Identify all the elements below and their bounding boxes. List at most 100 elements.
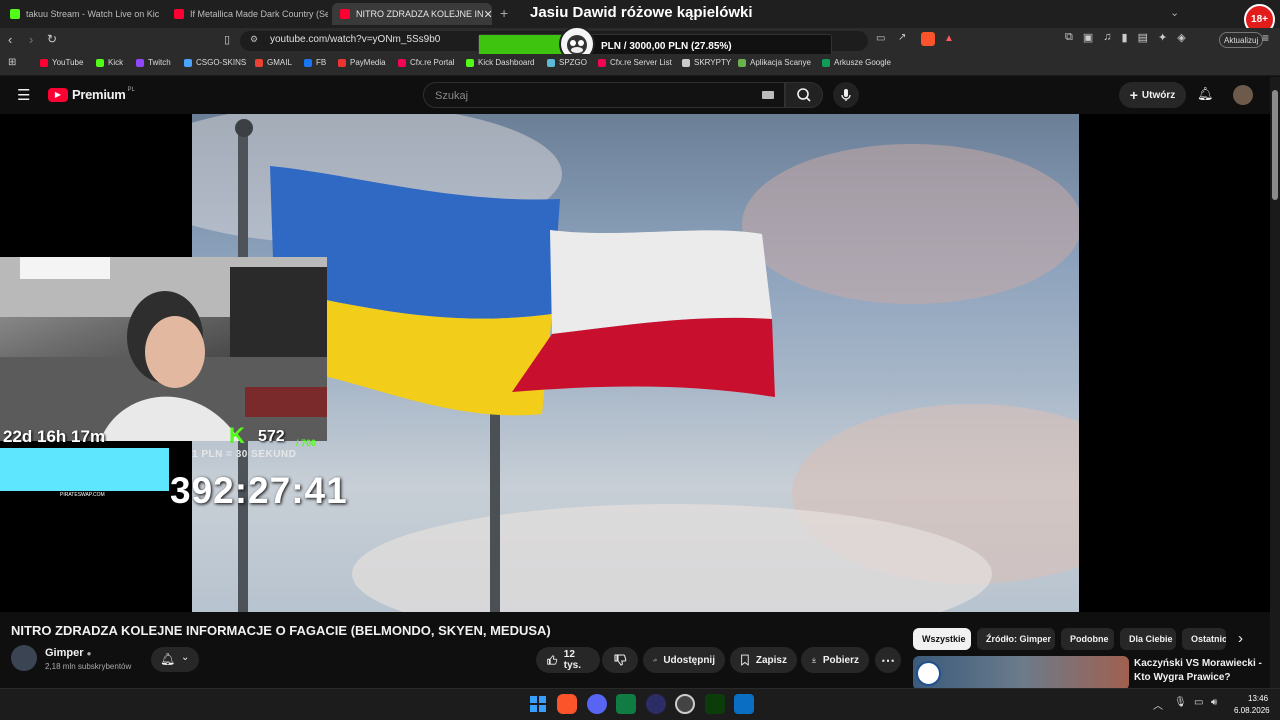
- tab-list-chevron-icon[interactable]: ⌄: [1170, 6, 1179, 19]
- close-tab-icon[interactable]: ✕: [484, 8, 492, 21]
- search-input[interactable]: Szukaj: [423, 82, 785, 108]
- notifications-bell-icon[interactable]: 🔔︎: [1197, 86, 1214, 102]
- plus-icon: +: [1129, 87, 1138, 103]
- clock-date[interactable]: 6.08.2026: [1234, 706, 1270, 715]
- thumbs-down-icon: [614, 654, 627, 666]
- bookmark-kick[interactable]: Kick: [96, 58, 123, 67]
- obs-icon[interactable]: [646, 694, 666, 714]
- site-info-icon[interactable]: ⚙: [250, 34, 258, 45]
- bookmark-cfx-portal[interactable]: Cfx.re Portal: [398, 58, 454, 67]
- voice-search-button[interactable]: [833, 82, 859, 108]
- share-page-icon[interactable]: ↗: [898, 32, 906, 43]
- search-button[interactable]: [785, 82, 823, 108]
- subscribed-notifications-button[interactable]: 🔔︎ ⌄: [151, 647, 199, 672]
- bookmark-label: Kick: [108, 58, 124, 67]
- screenshot-icon[interactable]: ▣: [1083, 31, 1093, 49]
- discord-icon[interactable]: [587, 694, 607, 714]
- channel-avatar[interactable]: [11, 645, 37, 671]
- wallet-icon[interactable]: ▤: [1138, 31, 1148, 49]
- recommended-title[interactable]: Kaczyński VS Morawiecki - Kto Wygra Praw…: [1134, 657, 1274, 685]
- tab-nitro-active[interactable]: NITRO ZDRADZA KOLEJNE IN ✕: [332, 3, 492, 25]
- menu-icon[interactable]: ≡: [1262, 31, 1269, 45]
- apps-grid-icon[interactable]: ⊞: [8, 57, 16, 68]
- clock-time[interactable]: 13:46: [1248, 694, 1268, 703]
- chip-for-you[interactable]: Dla Ciebie: [1120, 628, 1176, 650]
- music-icon[interactable]: ♫: [1103, 31, 1111, 49]
- youtube-premium-logo[interactable]: ▶ Premium PL: [48, 87, 135, 102]
- channel-name[interactable]: Gimper ●: [45, 647, 91, 659]
- hamburger-menu-icon[interactable]: ☰: [17, 86, 30, 104]
- sheets-icon: [822, 58, 830, 67]
- cfx-icon: [598, 58, 606, 67]
- network-icon[interactable]: ▭: [1194, 697, 1203, 708]
- bookmark-gmail[interactable]: GMAIL: [255, 58, 292, 67]
- tab-label: NITRO ZDRADZA KOLEJNE IN: [356, 9, 484, 19]
- update-button[interactable]: Aktualizuj: [1219, 32, 1264, 48]
- share-button[interactable]: Udostępnij: [643, 647, 725, 673]
- brave-shields-icon[interactable]: [921, 32, 935, 46]
- chip-similar[interactable]: Podobne: [1061, 628, 1114, 650]
- new-tab-icon[interactable]: +: [500, 5, 508, 21]
- bookmark-csgo-skins[interactable]: CSGO-SKINS: [184, 58, 246, 67]
- sidebar-icon[interactable]: ▮: [1122, 31, 1128, 49]
- bookmark-skrypty[interactable]: SKRYPTY: [682, 58, 731, 67]
- kick-app-icon[interactable]: [705, 694, 725, 714]
- chip-all[interactable]: Wszystkie: [913, 628, 971, 650]
- bookmark-spzgo[interactable]: SPZGO: [547, 58, 587, 67]
- bookmark-label: SKRYPTY: [694, 58, 732, 67]
- vscode-icon[interactable]: [734, 694, 754, 714]
- bookmark-paymedia[interactable]: PayMedia: [338, 58, 386, 67]
- download-label: Pobierz: [822, 654, 859, 666]
- paymedia-icon: [338, 58, 346, 67]
- save-label: Zapisz: [755, 654, 787, 666]
- download-button[interactable]: Pobierz: [801, 647, 869, 673]
- tab-kick-stream[interactable]: takuu Stream - Watch Live on Kic: [2, 3, 164, 25]
- bookmark-kick-dashboard[interactable]: Kick Dashboard: [466, 58, 534, 67]
- video-title: NITRO ZDRADZA KOLEJNE INFORMACJE O FAGAC…: [11, 623, 551, 638]
- kick-icon: [96, 58, 104, 67]
- windows-start-icon[interactable]: [528, 694, 548, 714]
- chip-source[interactable]: Źródło: Gimper: [977, 628, 1055, 650]
- page-scrollbar-thumb[interactable]: [1272, 90, 1278, 200]
- volume-icon[interactable]: 🔊︎: [1211, 697, 1217, 708]
- excel-icon[interactable]: [616, 694, 636, 714]
- keyboard-icon[interactable]: [762, 91, 774, 99]
- chip-recent[interactable]: Ostatnio: [1182, 628, 1226, 650]
- bookmark-youtube[interactable]: YouTube: [40, 58, 83, 67]
- tab-metallica[interactable]: If Metallica Made Dark Country (Seri: [166, 3, 328, 25]
- brave-rewards-icon[interactable]: ▲: [944, 33, 954, 44]
- chevron-right-icon[interactable]: ›: [1238, 630, 1243, 647]
- csgo-skins-icon: [184, 58, 192, 67]
- kick-follower-goal: / 700: [296, 438, 317, 448]
- sponsor-label: PIRATESWAP.COM: [60, 492, 105, 498]
- cast-icon[interactable]: ▭: [876, 33, 885, 44]
- user-avatar[interactable]: [1233, 85, 1253, 105]
- forward-icon[interactable]: ›: [29, 32, 33, 47]
- bookmark-arkusze-google[interactable]: Arkusze Google: [822, 58, 891, 67]
- more-actions-icon[interactable]: ⋯: [875, 647, 901, 673]
- save-button[interactable]: Zapisz: [730, 647, 797, 673]
- bookmark-label: FB: [316, 58, 327, 67]
- streamer-webcam: [0, 257, 327, 441]
- webcam-feed-image: [0, 257, 327, 441]
- bookmark-cfx-server-list[interactable]: Cfx.re Server List: [598, 58, 672, 67]
- ai-icon[interactable]: ✦: [1158, 31, 1167, 49]
- dislike-button[interactable]: [602, 647, 638, 673]
- create-button[interactable]: + Utwórz: [1119, 82, 1186, 108]
- reload-icon[interactable]: ↻: [47, 32, 57, 46]
- extension-icon[interactable]: ⧉: [1065, 31, 1073, 49]
- tray-chevron-up-icon[interactable]: ︿: [1153, 697, 1163, 712]
- bookmark-icon[interactable]: ▯: [224, 33, 230, 46]
- bookmark-twitch[interactable]: Twitch: [136, 58, 171, 67]
- tray-microphone-icon[interactable]: 🎙︎: [1174, 697, 1187, 708]
- brave-browser-icon[interactable]: [557, 694, 577, 714]
- bookmark-aplikacja-scanye[interactable]: Aplikacja Scanye: [738, 58, 811, 67]
- tab-label: takuu Stream - Watch Live on Kic: [26, 9, 160, 19]
- vpn-icon[interactable]: ◈: [1177, 31, 1185, 49]
- channel-name-text: Gimper: [45, 647, 84, 659]
- back-icon[interactable]: ‹: [8, 32, 12, 47]
- bookmark-fb[interactable]: FB: [304, 58, 326, 67]
- recommended-thumbnail[interactable]: [913, 656, 1129, 690]
- steam-icon[interactable]: [675, 694, 695, 714]
- like-button[interactable]: 12 tys.: [536, 647, 600, 673]
